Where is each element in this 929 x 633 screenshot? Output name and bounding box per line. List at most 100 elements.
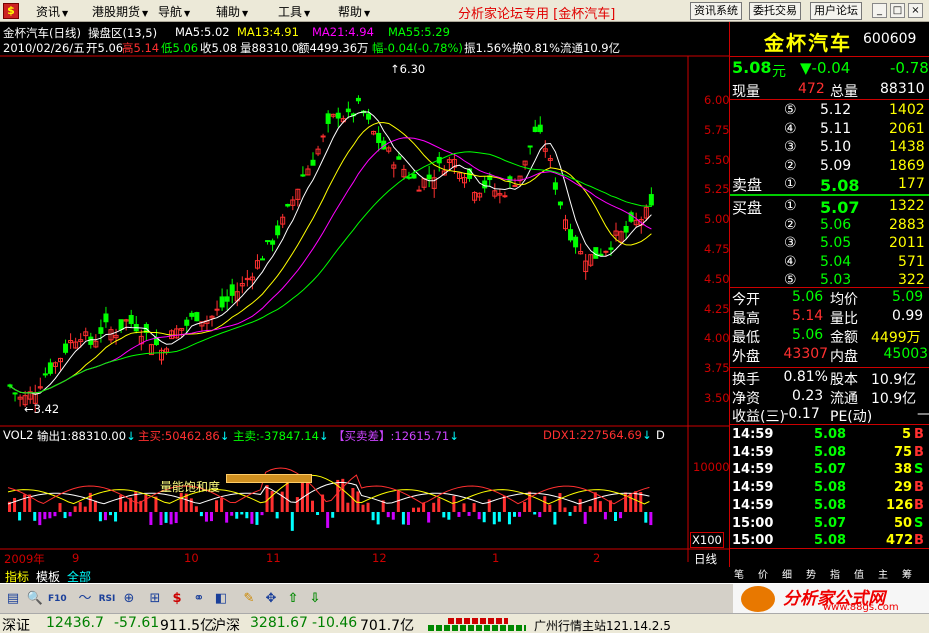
tick-price: 5.08 [814,480,847,496]
vol-indicator-name[interactable]: VOL2 [3,428,33,442]
vol-bar [417,507,421,512]
search-icon[interactable]: 🔍 [26,590,44,608]
vol-bar [295,497,299,512]
right-tab[interactable]: 细 [782,566,792,581]
vol-bar [250,512,254,524]
period-label[interactable]: 日线 [694,551,717,567]
menu-gongju[interactable]: 工具 ▼ [278,3,310,20]
forum-button[interactable]: 用户论坛 [810,2,862,20]
candle-body [275,225,281,236]
close-button[interactable]: × [908,3,923,18]
right-tab[interactable]: 势 [806,566,816,581]
vol-bar [235,512,239,519]
indicator-icon[interactable]: RSI [98,590,116,608]
right-tab[interactable]: 价 [758,566,768,581]
menu-zixun[interactable]: 资讯 ▼ [36,3,68,20]
trade-button[interactable]: 委托交易 [749,2,801,20]
vol-bar [215,500,219,512]
menu-ganggu[interactable]: 港股期货 ▼ [92,3,148,20]
candle-body [648,194,654,206]
prev-icon[interactable]: ◧ [212,590,230,608]
stat-value: 43307 [783,346,829,362]
candle-body [527,145,533,148]
menu-daohang[interactable]: 导航 ▼ [158,3,190,20]
menu-bangzhu[interactable]: 帮助 ▼ [338,3,370,20]
sz-index-value: 12436.7 [46,615,104,631]
vol-output-label: 输出1:88310.00↓ [37,429,136,443]
candle-body [512,184,518,187]
candle-body [229,284,235,296]
vol-bar [457,512,461,517]
candle-body [118,319,124,330]
vol-bar [563,507,567,512]
cross-icon[interactable]: ⊕ [120,590,138,608]
dollar-icon[interactable]: $ [168,590,186,608]
price-tick: 4.25 [704,301,730,316]
vol-bar [442,512,446,518]
candle-body [623,225,629,233]
server-station: 广州行情主站121.14.2.5 [534,619,671,633]
stat-value: 5.14 [792,308,824,324]
kline-chart-area[interactable]: 金杯汽车(日线) 操盘区(13,5) MA5:5.02 MA13:4.91 MA… [0,22,730,567]
saturation-bar [226,474,312,483]
vol-bar [230,512,234,516]
right-tab[interactable]: 笔 [734,566,744,581]
price-tick: 3.50 [704,391,730,405]
link-icon[interactable]: ⚭ [190,590,208,608]
news-system-button[interactable]: 资讯系统 [690,2,742,20]
vol-bar [422,502,426,512]
vol-bar [482,512,486,523]
right-tab[interactable]: 筹 [902,566,912,581]
vol-bar [109,512,112,516]
vol-bar [23,494,27,512]
pencil-icon[interactable]: ✎ [240,590,258,608]
vol-bar [543,496,547,512]
right-tab[interactable]: 主 [878,566,888,581]
candle-body [502,195,508,198]
vol-bar [538,512,542,518]
vol-bar [644,512,648,523]
arrow-down-icon[interactable]: ⇩ [306,590,324,608]
vol-bar [48,512,52,519]
stat-label: PE(动) [830,409,873,425]
tick-price: 5.07 [814,462,847,478]
vol-bar [366,502,370,512]
sell-order-price: 5.08 [820,176,860,195]
candle-body [573,236,579,248]
right-tab[interactable]: 值 [854,566,864,581]
candle-body [224,296,230,302]
hs-index-value: 3281.67 [250,615,308,631]
watermark-globe-icon [741,586,775,612]
app-logo-icon[interactable]: $ [3,3,19,19]
vol-bar [78,502,82,512]
arrow-up-icon[interactable]: ⇧ [284,590,302,608]
vol-bar [189,498,193,512]
move-icon[interactable]: ✥ [262,590,280,608]
maximize-button[interactable]: □ [890,3,905,18]
buy-order-price: 5.04 [820,253,852,270]
tick-direction: B [914,497,924,513]
tick-time: 14:59 [732,427,774,442]
vol-bar [573,505,577,512]
candle-body [376,132,382,144]
price-tick: 4.00 [704,331,730,346]
menu-fuzhu[interactable]: 辅助 ▼ [216,3,248,20]
right-tab[interactable]: 指 [830,566,840,581]
vol-bar [305,481,309,512]
zoom-in-icon[interactable]: ⊞ [146,590,164,608]
vol-bar [593,492,597,512]
minute-chart-icon[interactable]: ▤ [4,590,22,608]
candle-body [426,174,432,180]
f10-icon[interactable]: F10 [48,590,67,608]
buy-order-price: 5.07 [820,198,860,217]
line-chart-icon[interactable]: 〜 [76,590,94,608]
minimize-button[interactable]: _ [872,3,887,18]
vol-ma-line [7,467,650,505]
window-title: 分析家论坛专用 [金杯汽车] [458,7,616,22]
vol-bar [598,501,602,512]
vol-bar [568,512,572,516]
vol-bar [18,512,22,521]
vol-bar [376,512,380,525]
buy-order-volume: 2883 [889,216,925,233]
sell-order-index: ④ [784,120,797,137]
